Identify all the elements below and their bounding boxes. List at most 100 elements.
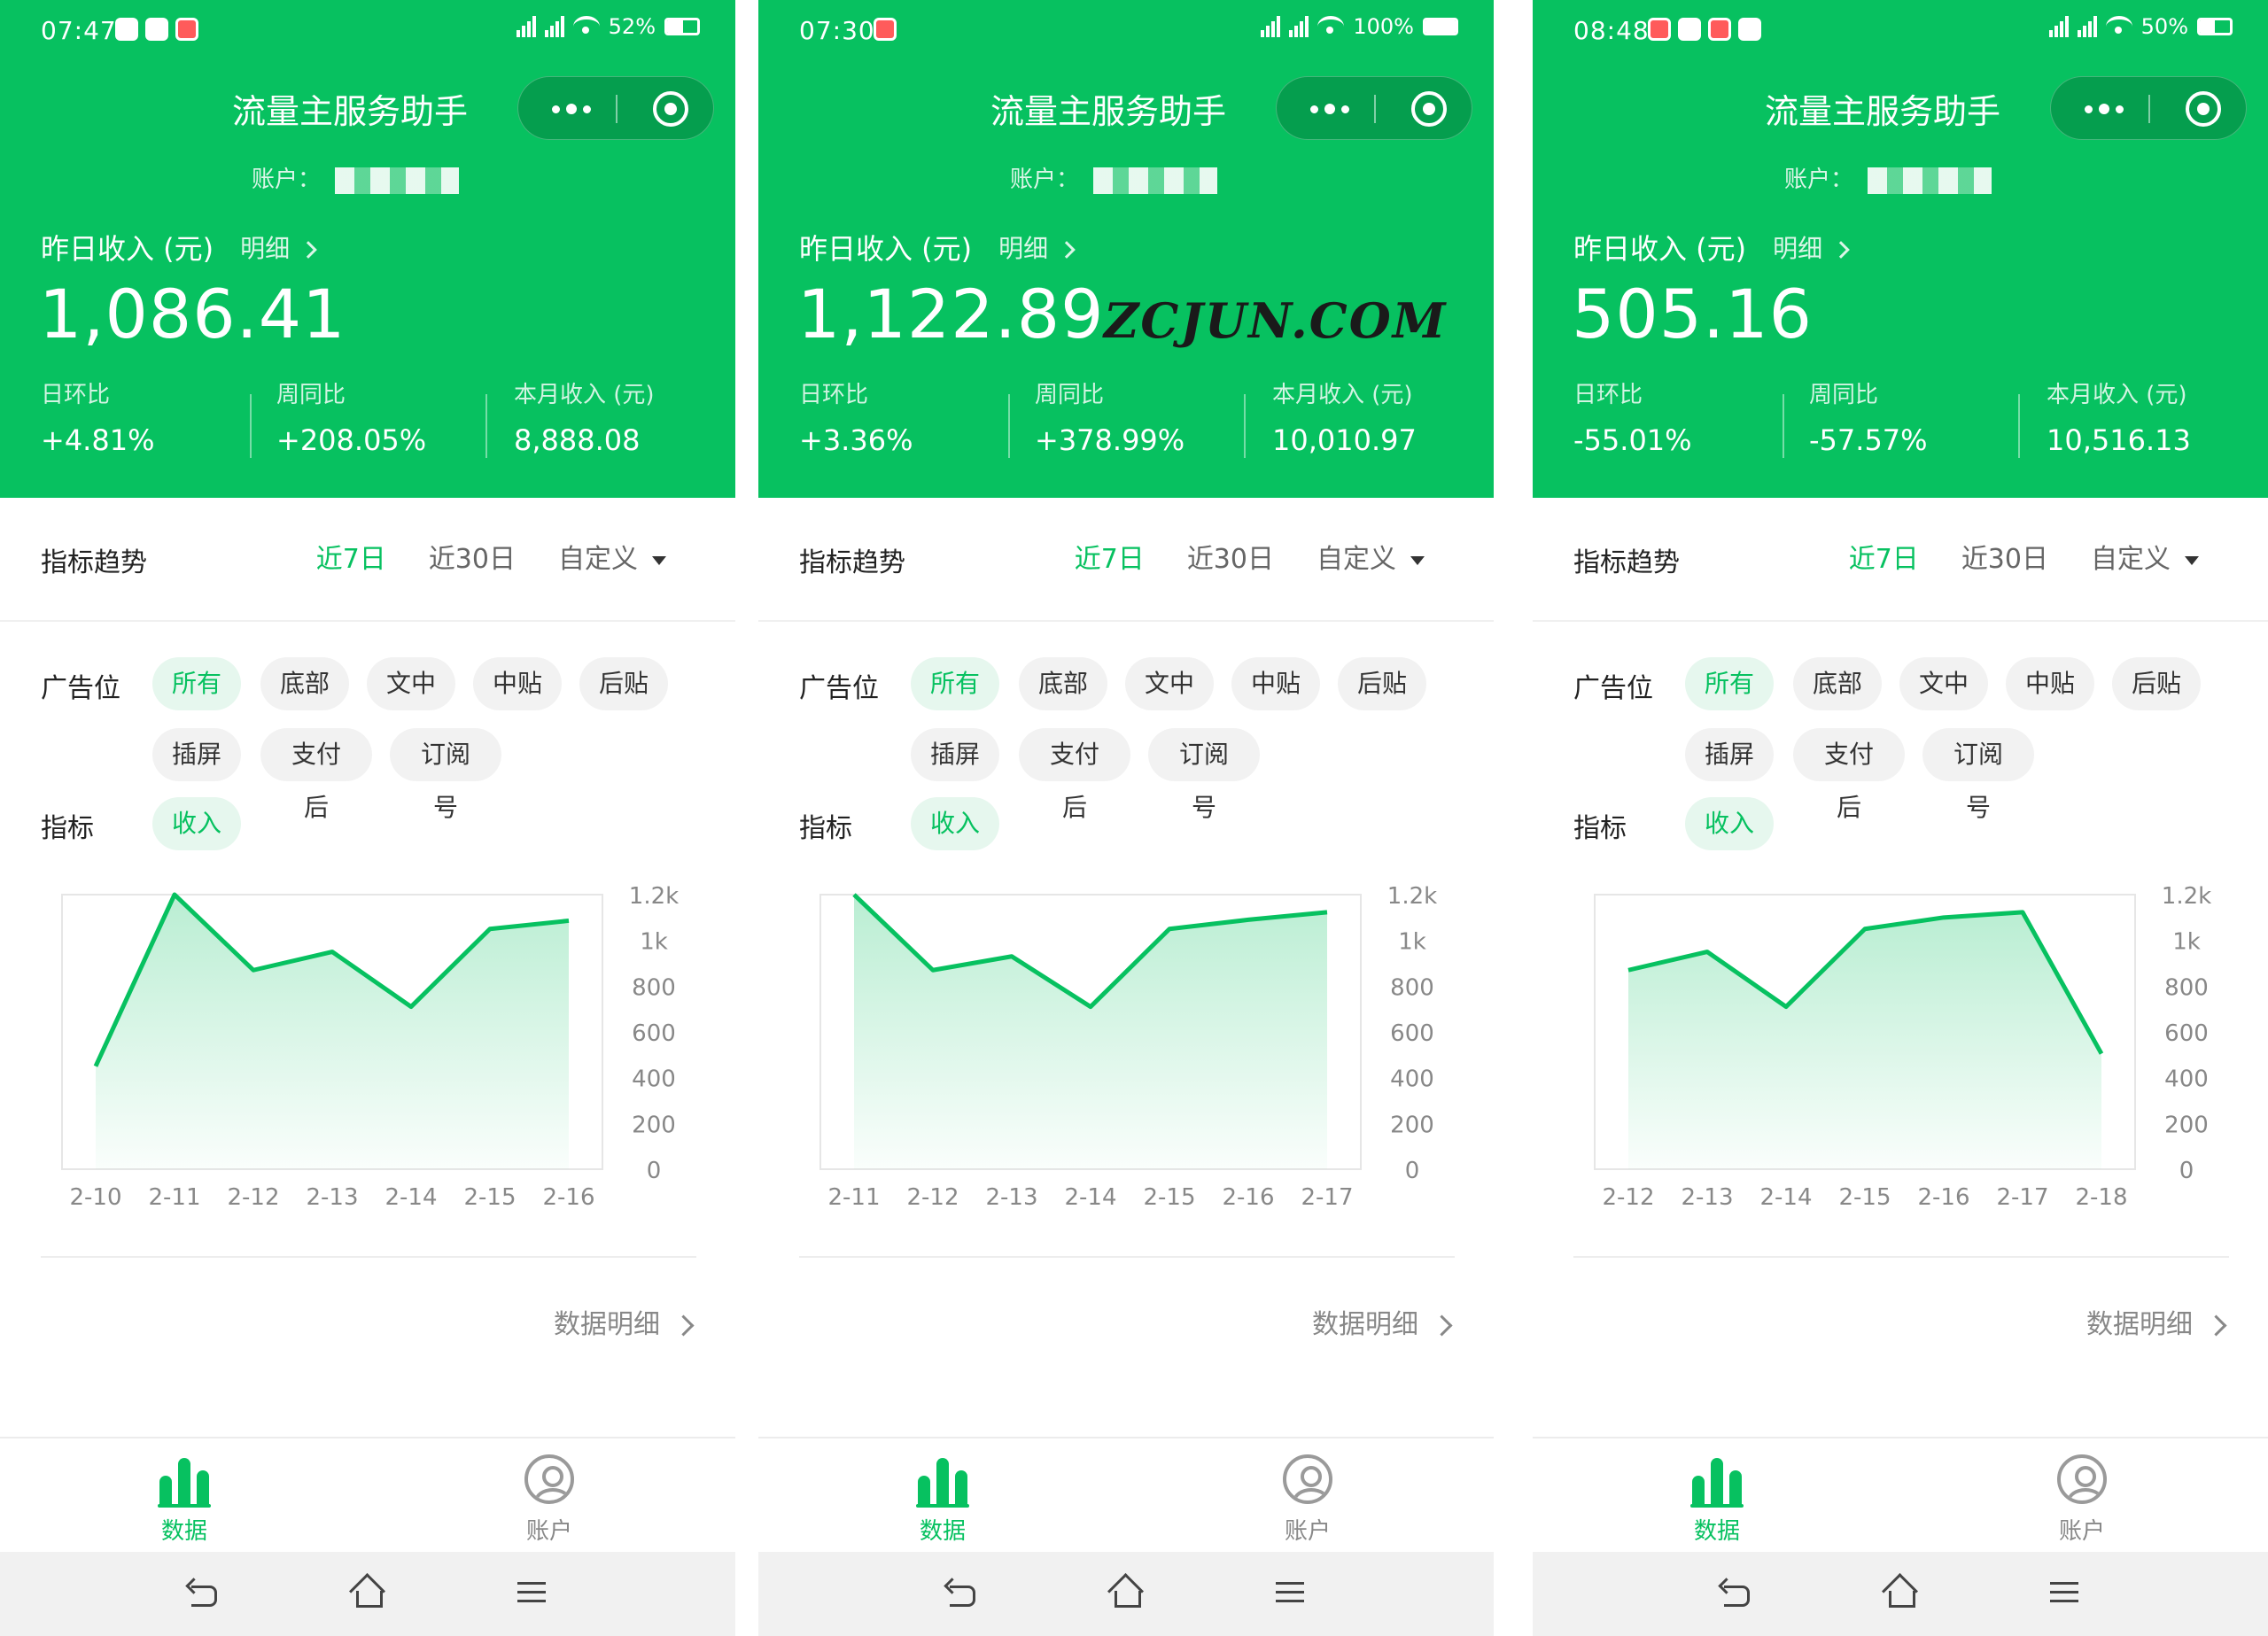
tab-custom[interactable]: 自定义 — [558, 537, 666, 576]
stat-label: 本月收入 (元) — [1272, 382, 1413, 408]
chip-official-account[interactable]: 订阅号 — [390, 728, 501, 822]
tab-account[interactable]: 账户 — [478, 1454, 620, 1546]
notification-icons — [115, 18, 198, 41]
tab-label: 账户 — [1284, 1518, 1331, 1545]
tab-account[interactable]: 账户 — [1237, 1454, 1379, 1546]
status-time: 07:47 — [41, 16, 117, 45]
tab-account[interactable]: 账户 — [2011, 1454, 2153, 1546]
x-tick-label: 2-17 — [1996, 1184, 2048, 1211]
data-detail-link[interactable]: 数据明细 — [1312, 1302, 1449, 1341]
income-label: 昨日收入 (元) — [799, 232, 973, 266]
ad-slot-label: 广告位 — [799, 673, 879, 704]
tab-30-days[interactable]: 近30日 — [1187, 537, 1274, 576]
chip-all[interactable]: 所有 — [152, 657, 241, 710]
account-mask — [1868, 167, 1992, 194]
chip-all[interactable]: 所有 — [1685, 657, 1774, 710]
tab-data[interactable]: 数据 — [113, 1454, 255, 1546]
chip-inline[interactable]: 文中 — [1125, 657, 1214, 710]
more-icon[interactable] — [545, 98, 598, 120]
data-detail-link[interactable]: 数据明细 — [2086, 1302, 2224, 1341]
chip-mid-roll[interactable]: 中贴 — [473, 657, 562, 710]
chip-after-payment[interactable]: 支付后 — [260, 728, 372, 822]
signal-4g-icon — [1261, 16, 1281, 37]
chip-interstitial[interactable]: 插屏 — [1685, 728, 1774, 781]
income-detail-link[interactable]: 明细 — [998, 229, 1073, 265]
bar-chart-icon — [1690, 1454, 1744, 1508]
chip-bottom[interactable]: 底部 — [260, 657, 349, 710]
more-icon[interactable] — [1303, 98, 1356, 120]
tab-label: 数据 — [1693, 1518, 1740, 1545]
more-icon[interactable] — [2078, 98, 2131, 120]
menu-icon[interactable] — [2047, 1577, 2082, 1609]
home-icon[interactable] — [1882, 1577, 1917, 1609]
tab-30-days[interactable]: 近30日 — [1961, 537, 2048, 576]
notification-icons — [874, 18, 897, 41]
tab-data[interactable]: 数据 — [872, 1454, 1014, 1546]
tab-30-days[interactable]: 近30日 — [429, 537, 516, 576]
chip-bottom[interactable]: 底部 — [1019, 657, 1107, 710]
menu-icon[interactable] — [514, 1577, 549, 1609]
chip-post-roll[interactable]: 后贴 — [2112, 657, 2201, 710]
chip-income[interactable]: 收入 — [152, 797, 241, 850]
y-tick-label: 1.2k — [1387, 883, 1437, 910]
area-fill — [96, 895, 569, 1169]
signal-5g-icon — [2077, 16, 2097, 37]
home-icon[interactable] — [349, 1577, 384, 1609]
chip-inline[interactable]: 文中 — [367, 657, 455, 710]
tab-custom[interactable]: 自定义 — [1317, 537, 1425, 576]
close-target-icon[interactable] — [2186, 91, 2221, 127]
chip-official-account[interactable]: 订阅号 — [1922, 728, 2034, 822]
chip-income[interactable]: 收入 — [1685, 797, 1774, 850]
x-tick-label: 2-13 — [985, 1184, 1037, 1211]
stat-label: 周同比 — [1809, 382, 1879, 408]
user-icon — [2057, 1454, 2107, 1504]
chip-interstitial[interactable]: 插屏 — [152, 728, 241, 781]
battery-percent: 100% — [1353, 14, 1414, 39]
close-target-icon[interactable] — [653, 91, 688, 127]
income-detail-link[interactable]: 明细 — [1773, 229, 1847, 265]
header-panel: 07:30 100% 流量主服务助手 账户： 昨日收入 (元) 明细 1,122… — [758, 0, 1494, 498]
back-icon[interactable] — [944, 1577, 980, 1609]
stat-value: 10,010.97 — [1272, 423, 1417, 457]
tab-7-days[interactable]: 近7日 — [1849, 537, 1919, 576]
wifi-icon — [572, 16, 600, 37]
tab-data[interactable]: 数据 — [1646, 1454, 1788, 1546]
chip-all[interactable]: 所有 — [911, 657, 999, 710]
system-nav-bar — [758, 1552, 1494, 1636]
chip-mid-roll[interactable]: 中贴 — [2006, 657, 2094, 710]
back-icon[interactable] — [1719, 1577, 1754, 1609]
income-detail-link[interactable]: 明细 — [240, 229, 315, 265]
screenshot-collage: 07:47 52% 流量主服务助手 账户： 昨日收入 (元) 明细 1,086.… — [0, 0, 2268, 1636]
chip-post-roll[interactable]: 后贴 — [1338, 657, 1426, 710]
chip-inline[interactable]: 文中 — [1899, 657, 1988, 710]
tab-7-days[interactable]: 近7日 — [316, 537, 386, 576]
y-tick-label: 600 — [632, 1020, 676, 1047]
chip-bottom[interactable]: 底部 — [1793, 657, 1882, 710]
chip-after-payment[interactable]: 支付后 — [1019, 728, 1130, 822]
back-icon[interactable] — [186, 1577, 221, 1609]
wifi-icon — [2105, 16, 2132, 37]
header-panel: 07:47 52% 流量主服务助手 账户： 昨日收入 (元) 明细 1,086.… — [0, 0, 735, 498]
x-tick-label: 2-17 — [1301, 1184, 1353, 1211]
stat-label: 日环比 — [1573, 382, 1643, 408]
chip-after-payment[interactable]: 支付后 — [1793, 728, 1905, 822]
close-target-icon[interactable] — [1411, 91, 1447, 127]
menu-icon[interactable] — [1272, 1577, 1308, 1609]
chip-post-roll[interactable]: 后贴 — [579, 657, 668, 710]
stat-label: 周同比 — [1035, 382, 1105, 408]
app-notification-icon — [1738, 18, 1761, 41]
income-label: 昨日收入 (元) — [1573, 232, 1747, 266]
stat-value: 8,888.08 — [514, 423, 641, 457]
data-detail-link[interactable]: 数据明细 — [554, 1302, 691, 1341]
y-tick-label: 400 — [1390, 1066, 1434, 1093]
home-icon[interactable] — [1107, 1577, 1143, 1609]
trend-bar: 指标趋势 近7日 近30日 自定义 — [1533, 498, 2268, 622]
tab-7-days[interactable]: 近7日 — [1075, 537, 1145, 576]
income-row: 昨日收入 (元) 明细 — [799, 227, 1073, 267]
chip-official-account[interactable]: 订阅号 — [1148, 728, 1260, 822]
chip-interstitial[interactable]: 插屏 — [911, 728, 999, 781]
stat-label: 周同比 — [276, 382, 346, 408]
chip-income[interactable]: 收入 — [911, 797, 999, 850]
chip-mid-roll[interactable]: 中贴 — [1231, 657, 1320, 710]
tab-custom[interactable]: 自定义 — [2091, 537, 2199, 576]
